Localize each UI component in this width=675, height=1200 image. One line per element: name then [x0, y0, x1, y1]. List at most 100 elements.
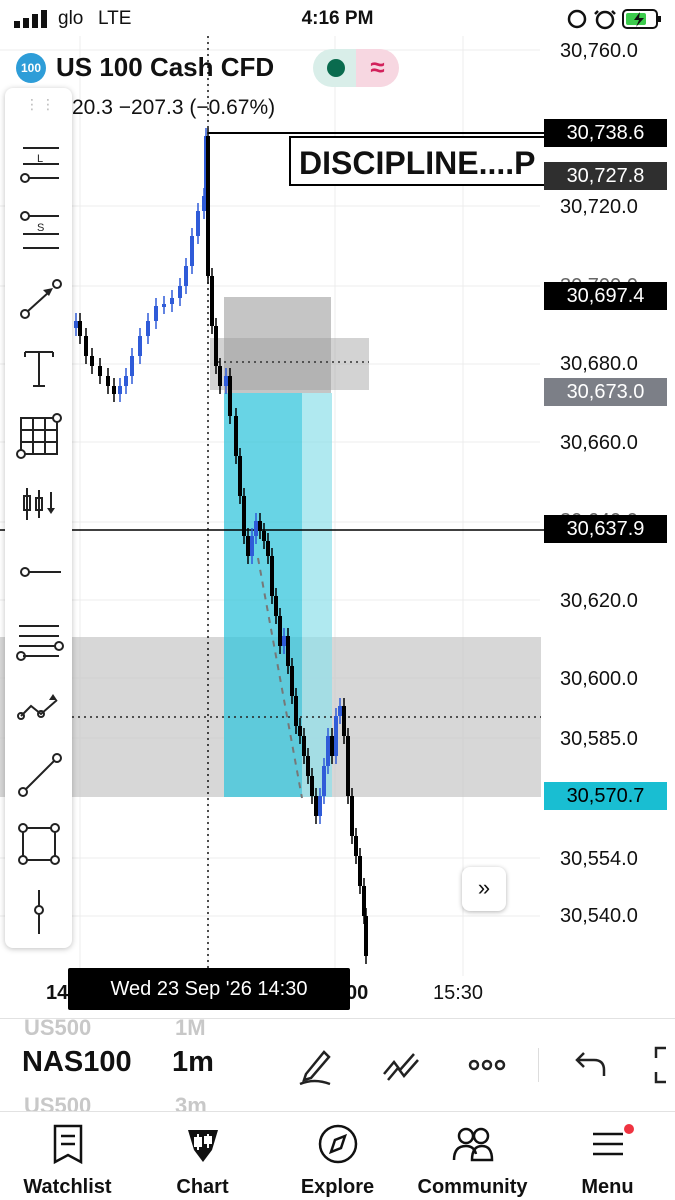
price-label: 30,600.0 [560, 668, 638, 690]
status-icons [567, 9, 661, 30]
high-price-tag: 30,738.6 [544, 119, 667, 147]
candle-body [78, 321, 82, 336]
symbol-badge[interactable]: 100 [16, 53, 46, 83]
time-label: 15:30 [433, 982, 484, 1004]
candle-body [98, 366, 102, 376]
price-label: 30,720.0 [560, 196, 638, 218]
more-icon[interactable] [466, 1044, 508, 1086]
entry-zone[interactable] [210, 338, 369, 390]
candle-body [342, 706, 346, 736]
candle-body [258, 521, 262, 531]
rectangle-icon[interactable] [13, 818, 65, 870]
fullscreen-icon[interactable] [650, 1044, 675, 1086]
candle-body [214, 326, 218, 366]
candle-body [162, 304, 166, 307]
nav-label: Watchlist [23, 1176, 112, 1198]
price-label: 30,680.0 [560, 353, 638, 375]
candle-body [190, 236, 194, 266]
candle-body [278, 616, 282, 646]
svg-text:L: L [37, 153, 43, 165]
candle-body [84, 336, 88, 356]
candle-body [228, 376, 232, 416]
text-level-tag: 30,727.8 [544, 162, 667, 190]
timeframe-selector[interactable]: 1m [172, 1046, 214, 1079]
chart-icon [188, 1130, 218, 1162]
short-position-icon[interactable]: S [13, 206, 65, 258]
nav-community[interactable]: Community [405, 1112, 540, 1200]
candle-body [306, 756, 310, 776]
candle-body [350, 796, 354, 836]
delay-icon: ≈ [356, 49, 399, 87]
candle-body [224, 376, 228, 386]
zone-top-tag: 30,697.4 [544, 282, 667, 310]
trend-line-icon[interactable] [13, 750, 65, 802]
price-label: 30,760.0 [560, 40, 638, 62]
candle-body [210, 276, 214, 326]
drag-handle-icon[interactable]: ⋮⋮ [25, 96, 57, 113]
market-status-pill[interactable]: ≈ [313, 49, 399, 87]
candle-body [364, 916, 368, 956]
double-chevron-right-icon: » [477, 875, 491, 900]
nav-watchlist[interactable]: Watchlist [0, 1112, 135, 1200]
long-position-icon[interactable]: L [13, 140, 65, 192]
candle-body [270, 556, 274, 596]
nav-label: Chart [176, 1176, 229, 1198]
entry-price-tag: 30,673.0 [544, 378, 667, 406]
crosshair-price-tag: 30,637.9 [544, 515, 667, 543]
candle-body [74, 321, 78, 328]
notification-dot [624, 1124, 634, 1134]
parallel-lines-icon[interactable] [13, 614, 65, 666]
text-icon[interactable] [13, 342, 65, 394]
compass-icon [318, 1124, 358, 1164]
candle-body [302, 736, 306, 756]
vertical-line-icon[interactable] [13, 886, 65, 938]
arrow-line-icon[interactable] [13, 274, 65, 326]
candle-body [346, 736, 350, 796]
candle-body [90, 356, 94, 366]
candle-body [206, 136, 210, 276]
candle-body [138, 336, 142, 356]
chart-drawing-icon[interactable] [380, 1044, 422, 1086]
path-icon[interactable] [13, 682, 65, 734]
nav-label: Community [417, 1176, 528, 1198]
scroll-to-latest-button[interactable]: » [462, 867, 506, 911]
candle-body [334, 716, 338, 756]
candle-body [112, 386, 116, 394]
svg-text:S: S [37, 222, 44, 234]
nav-label: Explore [300, 1176, 375, 1198]
menu-icon [593, 1132, 623, 1156]
nav-menu[interactable]: Menu [540, 1112, 675, 1200]
candles-icon[interactable] [13, 478, 65, 530]
candle-body [290, 666, 294, 696]
grid-table-icon[interactable] [13, 410, 65, 462]
price-label: 30,660.0 [560, 432, 638, 454]
drawing-toolbar: ⋮⋮ L S [5, 88, 72, 948]
candle-body [282, 636, 286, 646]
time-label: 14 [46, 982, 69, 1004]
candle-body [234, 416, 238, 456]
candle-body [246, 536, 250, 556]
crosshair-date-tag: Wed 23 Sep '26 14:30 [68, 968, 350, 1010]
community-icon [452, 1127, 494, 1162]
symbol-selector[interactable]: NAS100 [22, 1046, 132, 1079]
nav-explore[interactable]: Explore [270, 1112, 405, 1200]
undo-icon[interactable] [568, 1044, 610, 1086]
nav-chart[interactable]: Chart [135, 1112, 270, 1200]
candle-body [196, 211, 200, 236]
chart-text-note[interactable]: DISCIPLINE....P [289, 136, 544, 186]
status-bar: glo LTE 4:16 PM [0, 0, 675, 36]
price-label: 30,540.0 [560, 905, 638, 927]
price-label: 30,554.0 [560, 848, 638, 870]
horizontal-ray-icon[interactable] [13, 546, 65, 598]
price-change: 20.3 −207.3 (−0.67%) [72, 96, 276, 119]
symbol-title[interactable]: US 100 Cash CFD [56, 52, 274, 83]
candle-body [106, 376, 110, 386]
candle-body [124, 376, 128, 386]
candle-body [274, 596, 278, 616]
watchlist-icon [53, 1124, 83, 1165]
candle-body [130, 356, 134, 376]
candle-body [318, 796, 322, 816]
pen-icon[interactable] [294, 1044, 336, 1086]
candle-body [170, 298, 174, 304]
candle-body [298, 726, 302, 736]
